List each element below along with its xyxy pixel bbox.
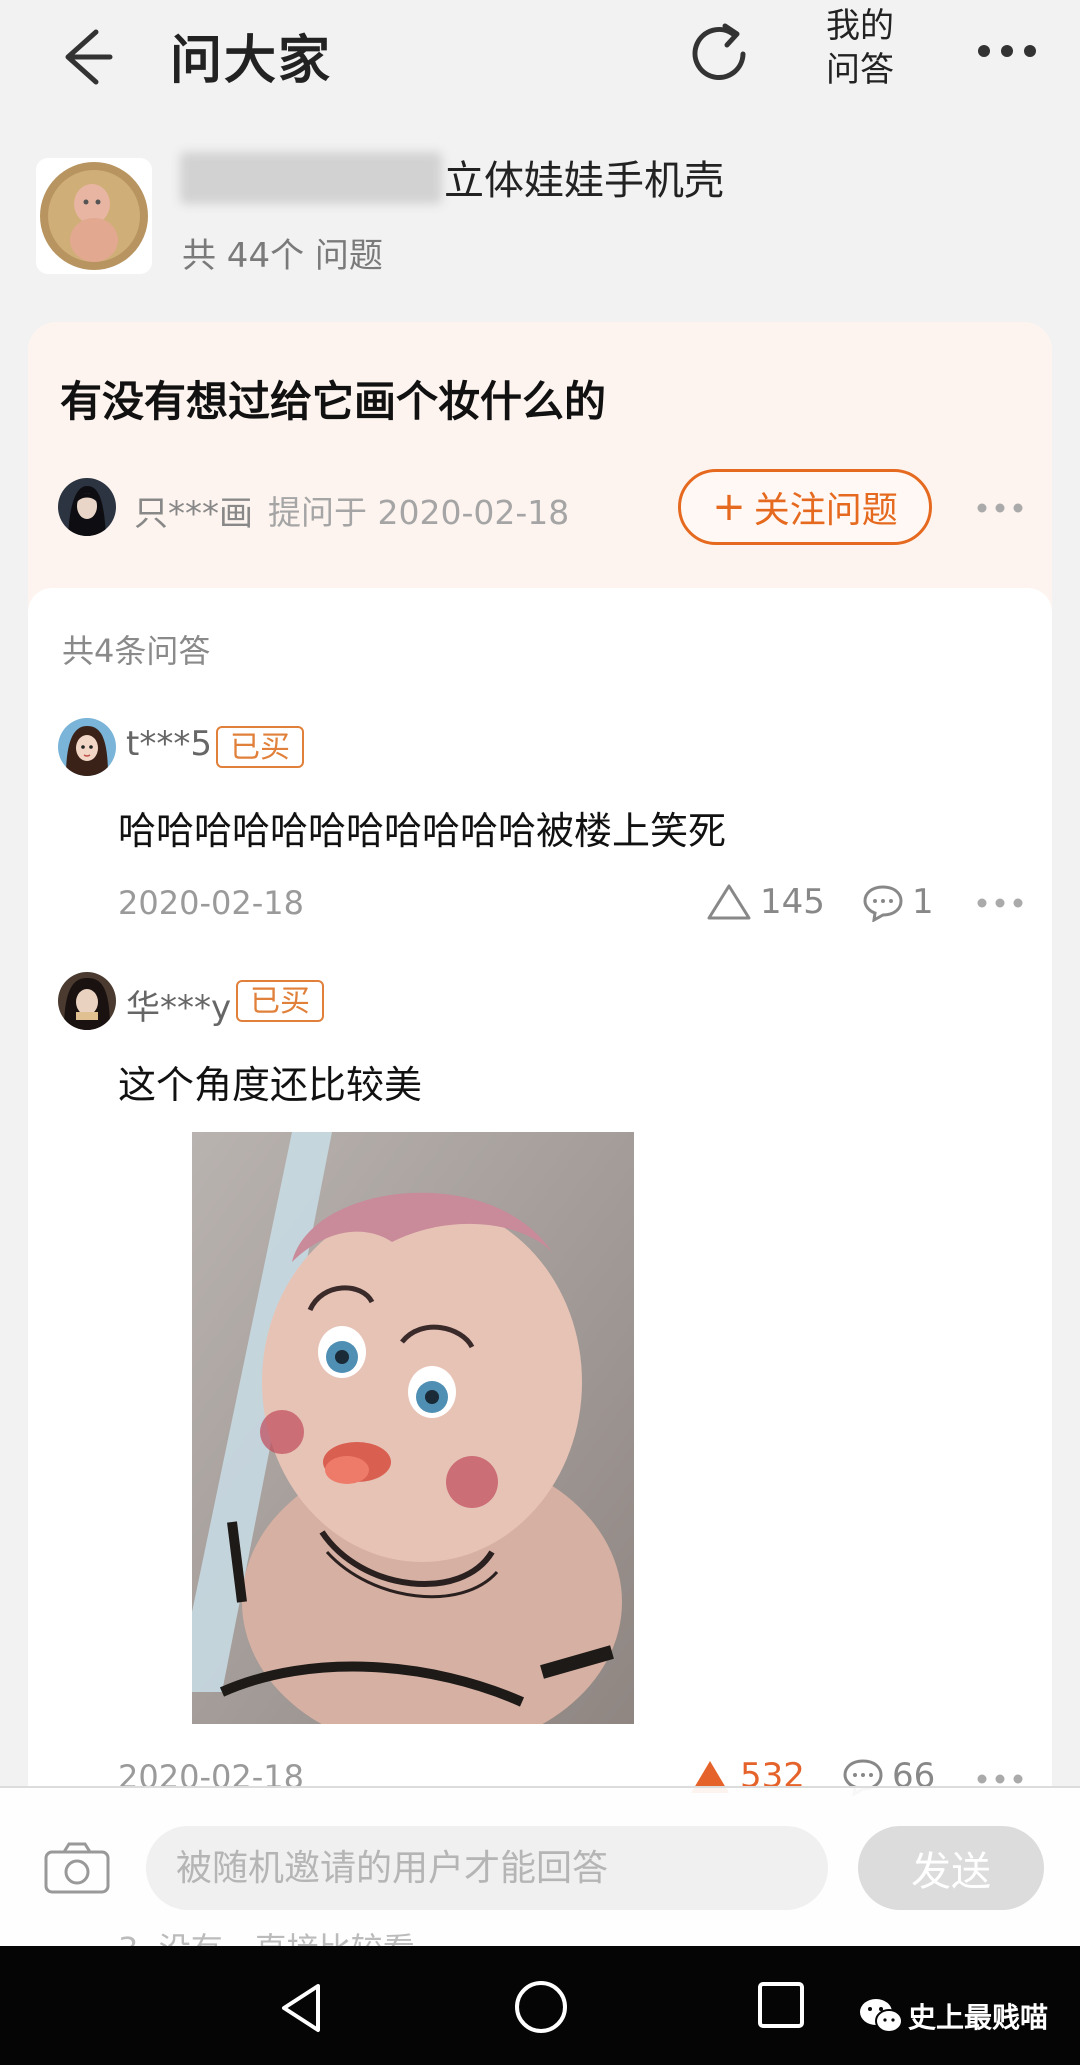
product-name-redacted (180, 152, 442, 204)
follow-question-button[interactable]: + 关注问题 (678, 469, 932, 545)
doll-product-image (40, 162, 148, 270)
camera-button[interactable] (42, 1840, 112, 1896)
asker-name[interactable]: 只***画 (134, 486, 253, 535)
nav-back-icon (282, 1984, 320, 2032)
like-icon (707, 884, 751, 920)
more-icon (977, 503, 1023, 513)
nav-recent-apps-button[interactable] (756, 1980, 806, 2030)
question-count: 共 44个 问题 (182, 236, 383, 276)
my-qa-button[interactable]: 我的 问答 (826, 4, 906, 92)
answer-user-name[interactable]: 华***y (126, 980, 231, 1029)
comment-icon (863, 885, 903, 923)
back-button[interactable] (50, 22, 120, 92)
bought-badge: 已买 (216, 726, 304, 768)
like-count: 145 (760, 882, 825, 922)
asker-avatar[interactable] (58, 478, 116, 536)
bought-badge: 已买 (236, 980, 324, 1022)
avatar-image (58, 972, 116, 1030)
asked-date: 提问于 2020-02-18 (268, 493, 570, 532)
page-title: 问大家 (170, 31, 333, 91)
comment-count: 1 (912, 882, 934, 922)
answer-text: 哈哈哈哈哈哈哈哈哈哈哈被楼上笑死 (118, 809, 727, 853)
send-button[interactable]: 发送 (858, 1826, 1044, 1910)
my-qa-line1: 我的 (826, 6, 894, 46)
avatar-image (58, 478, 116, 536)
watermark-label: 史上最贱喵 (908, 2001, 1049, 2034)
refresh-icon (692, 23, 746, 80)
like-button[interactable] (706, 882, 752, 922)
wechat-icon (858, 1996, 904, 2036)
more-icon (977, 898, 1023, 908)
avatar-image (58, 718, 116, 776)
more-icon (978, 45, 1036, 57)
answer-avatar[interactable] (58, 718, 116, 776)
painted-doll-photo (192, 1132, 634, 1724)
more-menu-button[interactable] (972, 26, 1042, 76)
follow-question-label: 关注问题 (753, 490, 898, 531)
question-title: 有没有想过给它画个妆什么的 (60, 377, 607, 426)
answer-avatar[interactable] (58, 972, 116, 1030)
question-more-button[interactable] (970, 488, 1030, 528)
my-qa-line2: 问答 (826, 50, 894, 90)
top-app-bar (0, 0, 1080, 120)
answer-more-button[interactable] (972, 888, 1028, 918)
nav-recent-icon (758, 1982, 804, 2028)
nav-back-button[interactable] (272, 1978, 332, 2038)
comment-button[interactable] (862, 884, 904, 923)
nav-home-icon (515, 1981, 567, 2033)
refresh-button[interactable] (685, 18, 755, 88)
answer-user-name[interactable]: t***5 (126, 724, 212, 764)
plus-icon: + (712, 484, 746, 530)
camera-icon (44, 1842, 110, 1894)
back-arrow-icon (65, 29, 113, 85)
answer-photo[interactable] (192, 1132, 634, 1724)
product-name[interactable]: 立体娃娃手机壳 (444, 148, 724, 206)
answer-text: 这个角度还比较美 (118, 1063, 423, 1107)
answer-input[interactable] (146, 1826, 828, 1910)
nav-home-button[interactable] (510, 1976, 572, 2038)
answers-count: 共4条问答 (62, 632, 211, 670)
answer-date: 2020-02-18 (118, 884, 304, 922)
product-thumbnail[interactable] (36, 158, 152, 274)
